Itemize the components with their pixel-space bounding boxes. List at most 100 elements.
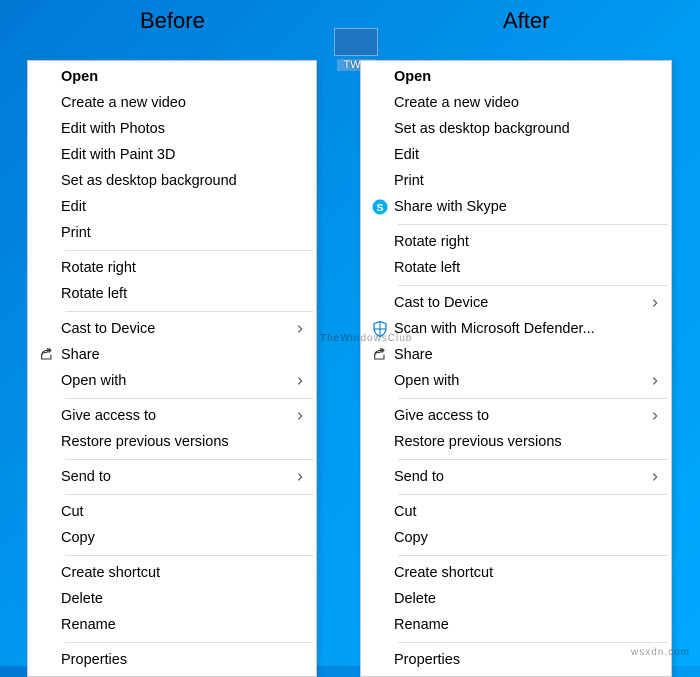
menu-item-send-to[interactable]: Send to bbox=[362, 464, 670, 490]
menu-item-edit[interactable]: Edit bbox=[29, 194, 315, 220]
menu-item-properties[interactable]: Properties bbox=[29, 647, 315, 673]
separator bbox=[65, 555, 313, 556]
chevron-right-icon bbox=[291, 472, 305, 482]
menu-item-set-desktop-bg[interactable]: Set as desktop background bbox=[362, 116, 670, 142]
separator bbox=[65, 250, 313, 251]
menu-item-label: Rotate right bbox=[394, 234, 646, 250]
menu-item-label: Edit bbox=[394, 147, 646, 163]
menu-item-label: Give access to bbox=[61, 408, 291, 424]
menu-item-label: Delete bbox=[61, 591, 291, 607]
chevron-right-icon bbox=[646, 298, 660, 308]
chevron-right-icon bbox=[646, 376, 660, 386]
menu-item-label: Copy bbox=[61, 530, 291, 546]
menu-item-edit-with-photos[interactable]: Edit with Photos bbox=[29, 116, 315, 142]
separator bbox=[398, 285, 668, 286]
menu-item-open-with[interactable]: Open with bbox=[362, 368, 670, 394]
separator bbox=[398, 224, 668, 225]
chevron-right-icon bbox=[646, 411, 660, 421]
menu-item-create-new-video[interactable]: Create a new video bbox=[29, 90, 315, 116]
watermark-bottom: wsxdn.com bbox=[631, 647, 690, 658]
separator bbox=[65, 642, 313, 643]
menu-item-rename[interactable]: Rename bbox=[362, 612, 670, 638]
menu-item-label: Share bbox=[61, 347, 291, 363]
menu-item-share[interactable]: Share bbox=[362, 342, 670, 368]
menu-item-label: Cast to Device bbox=[394, 295, 646, 311]
menu-item-label: Rename bbox=[61, 617, 291, 633]
menu-item-restore-previous[interactable]: Restore previous versions bbox=[362, 429, 670, 455]
menu-item-label: Open bbox=[394, 69, 646, 85]
menu-item-label: Open with bbox=[61, 373, 291, 389]
menu-item-label: Create a new video bbox=[394, 95, 646, 111]
menu-item-label: Cut bbox=[61, 504, 291, 520]
menu-item-cast-to-device[interactable]: Cast to Device bbox=[29, 316, 315, 342]
menu-item-label: Send to bbox=[61, 469, 291, 485]
menu-item-edit[interactable]: Edit bbox=[362, 142, 670, 168]
menu-item-open[interactable]: Open bbox=[29, 64, 315, 90]
menu-item-properties[interactable]: Properties bbox=[362, 647, 670, 673]
menu-item-label: Edit with Photos bbox=[61, 121, 291, 137]
heading-before: Before bbox=[140, 8, 205, 34]
menu-item-share[interactable]: Share bbox=[29, 342, 315, 368]
menu-item-rotate-right[interactable]: Rotate right bbox=[362, 229, 670, 255]
menu-item-send-to[interactable]: Send to bbox=[29, 464, 315, 490]
menu-item-label: Print bbox=[61, 225, 291, 241]
menu-item-copy[interactable]: Copy bbox=[29, 525, 315, 551]
menu-item-delete[interactable]: Delete bbox=[29, 586, 315, 612]
separator bbox=[65, 311, 313, 312]
chevron-right-icon bbox=[291, 376, 305, 386]
menu-item-open-with[interactable]: Open with bbox=[29, 368, 315, 394]
menu-item-rotate-left[interactable]: Rotate left bbox=[29, 281, 315, 307]
menu-item-label: Set as desktop background bbox=[394, 121, 646, 137]
menu-item-create-shortcut[interactable]: Create shortcut bbox=[29, 560, 315, 586]
separator bbox=[65, 494, 313, 495]
skype-icon: S bbox=[366, 198, 394, 216]
menu-item-label: Send to bbox=[394, 469, 646, 485]
menu-item-give-access-to[interactable]: Give access to bbox=[29, 403, 315, 429]
menu-item-copy[interactable]: Copy bbox=[362, 525, 670, 551]
menu-item-rotate-left[interactable]: Rotate left bbox=[362, 255, 670, 281]
share-icon bbox=[366, 347, 394, 363]
menu-item-label: Set as desktop background bbox=[61, 173, 291, 189]
separator bbox=[65, 459, 313, 460]
separator bbox=[398, 398, 668, 399]
menu-item-cut[interactable]: Cut bbox=[29, 499, 315, 525]
image-thumbnail-icon bbox=[334, 28, 378, 56]
menu-item-delete[interactable]: Delete bbox=[362, 586, 670, 612]
svg-text:S: S bbox=[376, 202, 383, 214]
menu-item-rename[interactable]: Rename bbox=[29, 612, 315, 638]
menu-item-label: Cast to Device bbox=[61, 321, 291, 337]
heading-after: After bbox=[503, 8, 549, 34]
menu-item-label: Create shortcut bbox=[61, 565, 291, 581]
menu-item-label: Create a new video bbox=[61, 95, 291, 111]
menu-item-edit-with-paint3d[interactable]: Edit with Paint 3D bbox=[29, 142, 315, 168]
menu-item-label: Share with Skype bbox=[394, 199, 646, 215]
menu-item-label: Rotate right bbox=[61, 260, 291, 276]
menu-item-create-shortcut[interactable]: Create shortcut bbox=[362, 560, 670, 586]
separator bbox=[398, 459, 668, 460]
menu-item-label: Open with bbox=[394, 373, 646, 389]
menu-item-label: Restore previous versions bbox=[394, 434, 646, 450]
menu-item-rotate-right[interactable]: Rotate right bbox=[29, 255, 315, 281]
menu-item-cut[interactable]: Cut bbox=[362, 499, 670, 525]
menu-item-open[interactable]: Open bbox=[362, 64, 670, 90]
menu-item-label: Share bbox=[394, 347, 646, 363]
menu-item-label: Delete bbox=[394, 591, 646, 607]
menu-item-set-desktop-bg[interactable]: Set as desktop background bbox=[29, 168, 315, 194]
menu-item-label: Restore previous versions bbox=[61, 434, 291, 450]
menu-item-label: Copy bbox=[394, 530, 646, 546]
menu-item-restore-previous[interactable]: Restore previous versions bbox=[29, 429, 315, 455]
separator bbox=[398, 555, 668, 556]
menu-item-label: Rotate left bbox=[394, 260, 646, 276]
menu-item-share-skype[interactable]: S Share with Skype bbox=[362, 194, 670, 220]
menu-item-print[interactable]: Print bbox=[29, 220, 315, 246]
menu-item-label: Cut bbox=[394, 504, 646, 520]
menu-item-label: Rename bbox=[394, 617, 646, 633]
menu-item-print[interactable]: Print bbox=[362, 168, 670, 194]
menu-item-give-access-to[interactable]: Give access to bbox=[362, 403, 670, 429]
chevron-right-icon bbox=[291, 324, 305, 334]
menu-item-cast-to-device[interactable]: Cast to Device bbox=[362, 290, 670, 316]
chevron-right-icon bbox=[646, 472, 660, 482]
menu-item-label: Print bbox=[394, 173, 646, 189]
menu-item-create-new-video[interactable]: Create a new video bbox=[362, 90, 670, 116]
menu-item-label: Scan with Microsoft Defender... bbox=[394, 321, 646, 337]
